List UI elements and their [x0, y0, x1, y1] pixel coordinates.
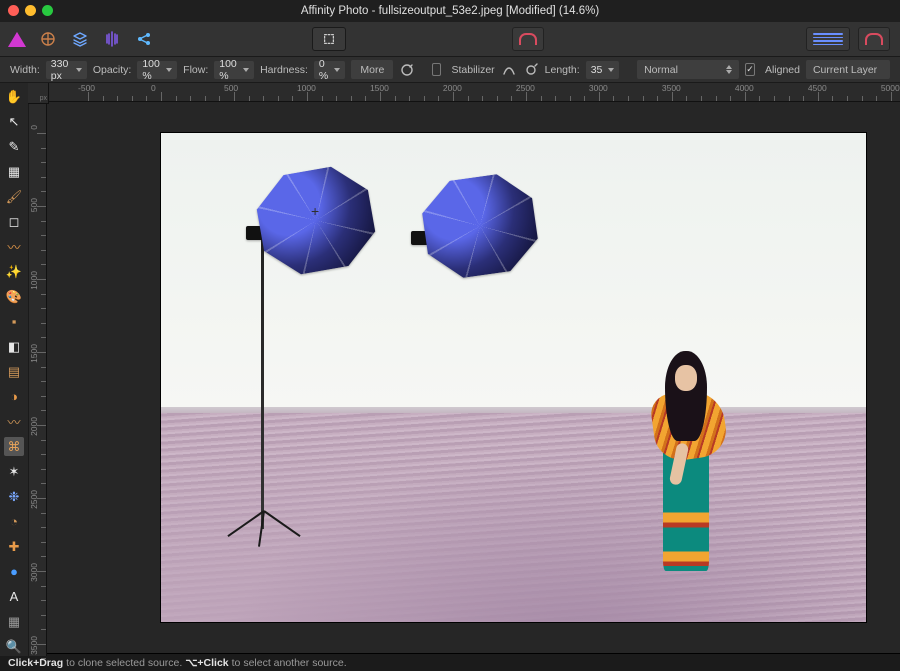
share-icon[interactable] [132, 27, 156, 51]
document-canvas[interactable]: + [161, 133, 866, 622]
tool-paint-brush[interactable]: 🖌 [4, 187, 24, 206]
blend-mode-select[interactable]: Normal [637, 60, 739, 79]
rope-stabilizer-icon[interactable] [501, 58, 517, 82]
clone-source-marker: + [311, 203, 319, 219]
photo-subject-woman [643, 351, 728, 571]
tool-mesh[interactable]: ▦ [4, 612, 24, 631]
stabilizer-label: Stabilizer [451, 64, 494, 76]
tool-erase[interactable]: ◧ [4, 337, 24, 356]
status-hint-2-text: to select another source. [232, 657, 347, 669]
tool-view-hand[interactable]: ✋ [4, 87, 24, 106]
close-window-button[interactable] [8, 5, 19, 16]
tool-healing[interactable]: ✚ [4, 537, 24, 556]
width-label: Width: [10, 64, 40, 76]
ruler-unit: px [28, 83, 49, 104]
v-ruler-label: 3000 [29, 563, 39, 582]
tool-dodge-burn[interactable]: ◑ [4, 387, 24, 406]
alignment-button[interactable] [806, 27, 850, 51]
context-toolbar: Width: 330 px Opacity: 100 % Flow: 100 %… [0, 57, 900, 83]
horizontal-ruler[interactable]: -500050010001500200025003000350040004500… [28, 83, 900, 102]
stack-icon[interactable] [68, 27, 92, 51]
hardness-field[interactable]: 0 % [314, 61, 345, 79]
flow-field[interactable]: 100 % [214, 61, 254, 79]
more-button[interactable]: More [351, 60, 393, 79]
status-hint-1-action: Click+Drag [8, 657, 63, 669]
status-hint-2-action: ⌥+Click [185, 657, 228, 669]
window-title: Affinity Photo - fullsizeoutput_53e2.jpe… [0, 5, 900, 17]
tools-panel: ✋ ↖ ✎ ▦ 🖌 ◻ 〰 ✨ 🎨 ▪ ◧ ▤ ◑ 〰 ⌘ ✶ ❉ ◔ ✚ ● A ▦ 🔍 [0, 83, 29, 656]
opacity-field[interactable]: 100 % [137, 61, 177, 79]
tool-inpaint[interactable]: ✶ [4, 462, 24, 481]
canvas-viewport[interactable]: + [46, 101, 900, 656]
flow-label: Flow: [183, 64, 208, 76]
workspace: ✋ ↖ ✎ ▦ 🖌 ◻ 〰 ✨ 🎨 ▪ ◧ ▤ ◑ 〰 ⌘ ✶ ❉ ◔ ✚ ● A ▦ 🔍 px -500 0 500 1000 1… [0, 83, 900, 656]
stabilizer-checkbox[interactable] [432, 63, 442, 76]
v-ruler-label: 2000 [29, 417, 39, 436]
tool-selection-rect[interactable]: ◻ [4, 212, 24, 231]
tool-crop[interactable]: ▦ [4, 162, 24, 181]
tool-lasso[interactable]: 〰 [4, 237, 24, 256]
width-field[interactable]: 330 px [46, 61, 87, 79]
length-label: Length: [545, 64, 580, 76]
opacity-label: Opacity: [93, 64, 132, 76]
status-bar: Click+Drag to clone selected source. ⌥+C… [0, 653, 900, 671]
window-stabilizer-icon[interactable] [523, 58, 539, 82]
tool-paint-mixer[interactable]: 🎨 [4, 287, 24, 306]
snapping-toggle-2[interactable] [858, 27, 890, 51]
zoom-window-button[interactable] [42, 5, 53, 16]
status-hint-1-text: to clone selected source. [66, 657, 182, 669]
hardness-label: Hardness: [260, 64, 308, 76]
aligned-label: Aligned [765, 64, 800, 76]
snapping-toggle[interactable] [512, 27, 544, 51]
auto-levels-icon[interactable] [36, 27, 60, 51]
app-toolbar [0, 22, 900, 57]
v-ruler-label: 3500 [29, 636, 39, 655]
mirror-icon[interactable] [100, 27, 124, 51]
photo-softbox-right [421, 175, 539, 277]
h-ruler-label: 500 [224, 83, 238, 93]
marquee-selection-button[interactable] [312, 27, 346, 51]
tool-smudge[interactable]: 〰 [4, 412, 24, 431]
length-field[interactable]: 35 [586, 61, 620, 79]
tool-pixel[interactable]: ▪ [4, 312, 24, 331]
tool-flood-select[interactable]: ✨ [4, 262, 24, 281]
source-select[interactable]: Current Layer [806, 60, 890, 79]
tool-fill[interactable]: ▤ [4, 362, 24, 381]
h-ruler-label: -500 [78, 83, 95, 93]
window-controls[interactable] [8, 5, 53, 16]
brush-panel-icon[interactable] [399, 60, 415, 80]
tool-sponge[interactable]: ◔ [4, 512, 24, 531]
minimize-window-button[interactable] [25, 5, 36, 16]
v-ruler-label: 0 [29, 125, 39, 130]
titlebar: Affinity Photo - fullsizeoutput_53e2.jpe… [0, 0, 900, 22]
magnet-icon [519, 33, 537, 45]
tool-color-picker[interactable]: ✎ [4, 137, 24, 156]
photo-softbox-left [256, 168, 376, 273]
tool-clone[interactable]: ⌘ [4, 437, 24, 456]
tool-shape-circle[interactable]: ● [4, 562, 24, 581]
tool-move[interactable]: ↖ [4, 112, 24, 131]
photo-tripod-legs [223, 511, 303, 551]
v-ruler-label: 2500 [29, 490, 39, 509]
aligned-checkbox[interactable] [745, 63, 755, 76]
tool-zoom[interactable]: 🔍 [4, 637, 24, 656]
app-logo-icon [6, 28, 28, 50]
photo-light-stand [261, 239, 264, 529]
vertical-ruler[interactable]: 05001000150020002500300035004000 [28, 101, 47, 656]
v-ruler-label: 1000 [29, 271, 39, 290]
magnet-icon [865, 33, 883, 45]
v-ruler-label: 1500 [29, 344, 39, 363]
tool-text[interactable]: A [4, 587, 24, 606]
tool-blur[interactable]: ❉ [4, 487, 24, 506]
h-ruler-label: 0 [151, 83, 156, 93]
